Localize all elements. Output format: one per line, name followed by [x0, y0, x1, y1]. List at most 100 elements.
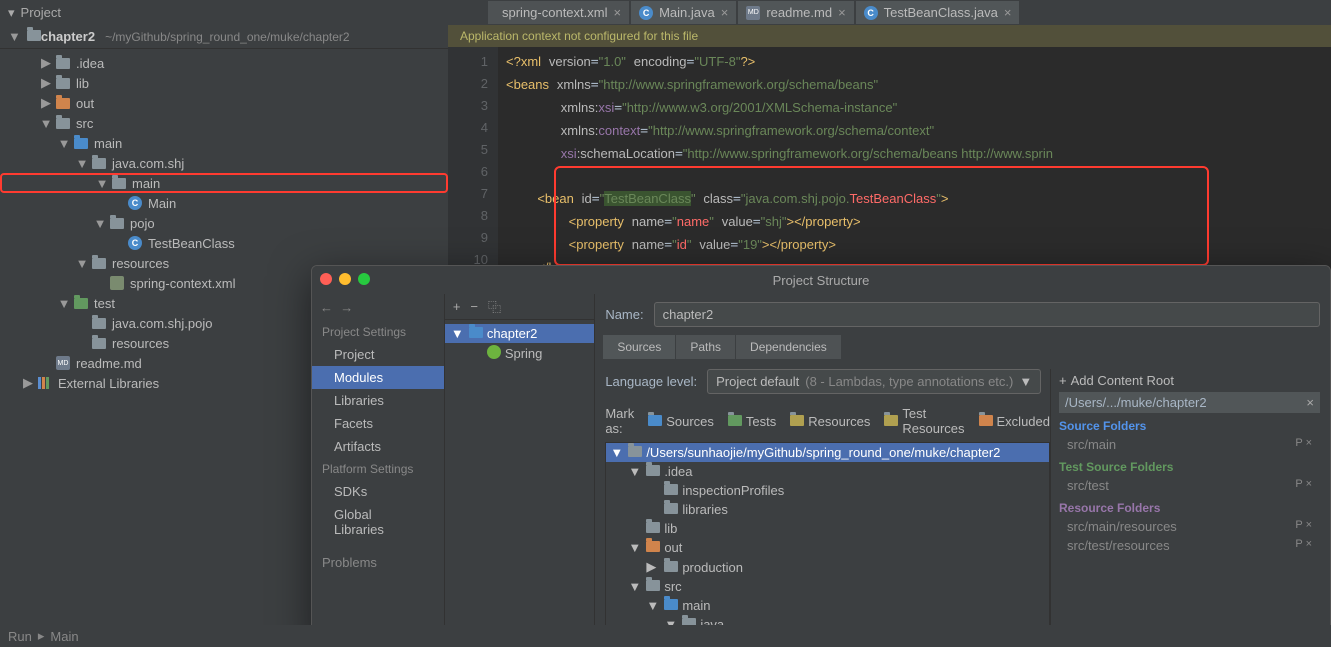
entry-actions[interactable]: P × — [1295, 478, 1312, 493]
project-panel-header[interactable]: ▾ Project — [0, 0, 448, 25]
tree-item[interactable]: CMain — [0, 193, 448, 213]
content-tree-item[interactable]: libraries — [606, 500, 1049, 519]
entry-actions[interactable]: P × — [1295, 519, 1312, 534]
tree-item[interactable]: ▼src — [0, 113, 448, 133]
add-content-root-button[interactable]: +Add Content Root — [1059, 369, 1320, 392]
module-tabs[interactable]: SourcesPathsDependencies — [595, 335, 1330, 359]
entry-actions[interactable]: P × — [1295, 437, 1312, 452]
sidebar-item-artifacts[interactable]: Artifacts — [312, 435, 444, 458]
chevron-icon: ▶ — [646, 559, 660, 575]
mark-excluded[interactable]: Excluded — [979, 406, 1050, 436]
folder-entry[interactable]: src/mainP × — [1059, 435, 1320, 454]
class-icon: C — [126, 196, 144, 210]
run-label[interactable]: Run — [8, 629, 32, 644]
editor-tab[interactable]: MDreadme.md× — [738, 1, 853, 24]
sidebar-item-sdks[interactable]: SDKs — [312, 480, 444, 503]
tree-item[interactable]: ▼pojo — [0, 213, 448, 233]
module-name-input[interactable] — [654, 302, 1320, 327]
sidebar-item-libraries[interactable]: Libraries — [312, 389, 444, 412]
folder-icon — [90, 258, 108, 269]
add-button[interactable]: + — [453, 299, 461, 314]
sidebar-item-facets[interactable]: Facets — [312, 412, 444, 435]
editor-tab[interactable]: CMain.java× — [631, 1, 736, 24]
sidebar-item-modules[interactable]: Modules — [312, 366, 444, 389]
folder-icon — [90, 158, 108, 169]
zoom-icon[interactable] — [358, 273, 370, 285]
folder-icon — [108, 218, 126, 229]
tab-sources[interactable]: Sources — [603, 335, 675, 359]
mark-test-resources[interactable]: Test Resources — [884, 406, 964, 436]
folder-icon — [646, 579, 660, 594]
tab-paths[interactable]: Paths — [676, 335, 735, 359]
tree-item[interactable]: ▶ lib — [0, 73, 448, 93]
nav-arrows[interactable]: ← → — [312, 300, 444, 321]
code-editor[interactable]: <?xml version="1.0" encoding="UTF-8"?> <… — [498, 47, 1331, 284]
sidebar-item-problems[interactable]: Problems — [312, 551, 444, 574]
section-platform-settings: Platform Settings — [312, 458, 444, 480]
modules-tree[interactable]: ▼chapter2Spring — [445, 320, 595, 368]
content-tree-item[interactable]: ▼/Users/sunhaojie/myGithub/spring_round_… — [606, 443, 1049, 462]
tree-item-label: main — [94, 136, 122, 151]
content-tree-item[interactable]: inspectionProfiles — [606, 481, 1049, 500]
chevron-icon: ▶ — [38, 95, 54, 111]
close-icon[interactable]: × — [721, 5, 729, 20]
tab-label: readme.md — [766, 5, 832, 20]
content-tree-item[interactable]: ▼src — [606, 577, 1049, 596]
dialog-titlebar[interactable]: Project Structure — [312, 266, 1330, 294]
folder-entry[interactable]: src/testP × — [1059, 476, 1320, 495]
entry-actions[interactable]: P × — [1295, 538, 1312, 553]
close-icon[interactable]: × — [613, 5, 621, 20]
spring-icon — [487, 345, 501, 362]
minimize-icon[interactable] — [339, 273, 351, 285]
tree-item[interactable]: ▼java.com.shj — [0, 153, 448, 173]
context-warning-bar[interactable]: Application context not configured for t… — [448, 25, 1331, 47]
class-icon: C — [126, 236, 144, 250]
content-tree-item[interactable]: ▼main — [606, 596, 1049, 615]
mark-sources[interactable]: Sources — [648, 406, 714, 436]
status-bar: Run ▸ Main — [0, 625, 1331, 647]
content-tree-item[interactable]: ▼.idea — [606, 462, 1049, 481]
editor-tabs[interactable]: spring-context.xml×CMain.java×MDreadme.m… — [448, 0, 1331, 25]
close-icon[interactable] — [320, 273, 332, 285]
tree-item-label: resources — [112, 336, 169, 351]
sidebar-item-project[interactable]: Project — [312, 343, 444, 366]
breadcrumb-name: chapter2 — [41, 29, 95, 44]
tree-item[interactable]: ▶.idea — [0, 53, 448, 73]
content-tree-label: /Users/sunhaojie/myGithub/spring_round_o… — [646, 445, 1000, 460]
breadcrumb[interactable]: ▼ chapter2 ~/myGithub/spring_round_one/m… — [0, 25, 448, 49]
folder-entry[interactable]: src/test/resourcesP × — [1059, 536, 1320, 555]
folder-entry[interactable]: src/main/resourcesP × — [1059, 517, 1320, 536]
content-root-path[interactable]: /Users/.../muke/chapter2 × — [1059, 392, 1320, 413]
copy-button[interactable]: ⿻ — [488, 297, 501, 316]
module-tree-item[interactable]: Spring — [445, 343, 595, 364]
remove-button[interactable]: − — [470, 299, 478, 314]
tree-item[interactable]: CTestBeanClass — [0, 233, 448, 253]
chevron-icon: ▶ — [38, 75, 54, 91]
close-icon[interactable]: × — [1306, 395, 1314, 410]
section-project-settings: Project Settings — [312, 321, 444, 343]
content-root-tree[interactable]: ▼/Users/sunhaojie/myGithub/spring_round_… — [605, 442, 1050, 645]
sidebar-item-global libraries[interactable]: Global Libraries — [312, 503, 444, 541]
module-tree-item[interactable]: ▼chapter2 — [445, 324, 595, 343]
line-gutter: 12345678910 — [448, 47, 498, 284]
language-level-select[interactable]: Project default (8 - Lambdas, type annot… — [707, 369, 1041, 394]
chevron-icon: ▼ — [74, 156, 90, 171]
tree-item[interactable]: ▼main — [0, 173, 448, 193]
tree-item-label: lib — [76, 76, 89, 91]
mark-resources[interactable]: Resources — [790, 406, 870, 436]
tab-dependencies[interactable]: Dependencies — [736, 335, 841, 359]
editor-tab[interactable]: spring-context.xml× — [488, 1, 629, 24]
modules-tree-panel: + − ⿻ ▼chapter2Spring — [445, 294, 596, 644]
content-tree-item[interactable]: ▶production — [606, 557, 1049, 577]
window-controls[interactable] — [320, 273, 370, 285]
content-tree-item[interactable]: lib — [606, 519, 1049, 538]
tree-item[interactable]: ▶out — [0, 93, 448, 113]
tree-item[interactable]: ▼main — [0, 133, 448, 153]
run-config-name[interactable]: Main — [50, 629, 78, 644]
mark-tests[interactable]: Tests — [728, 406, 776, 436]
close-icon[interactable]: × — [1004, 5, 1012, 20]
tree-item-label: main — [132, 176, 160, 191]
close-icon[interactable]: × — [838, 5, 846, 20]
editor-tab[interactable]: CTestBeanClass.java× — [856, 1, 1020, 24]
content-tree-item[interactable]: ▼out — [606, 538, 1049, 557]
